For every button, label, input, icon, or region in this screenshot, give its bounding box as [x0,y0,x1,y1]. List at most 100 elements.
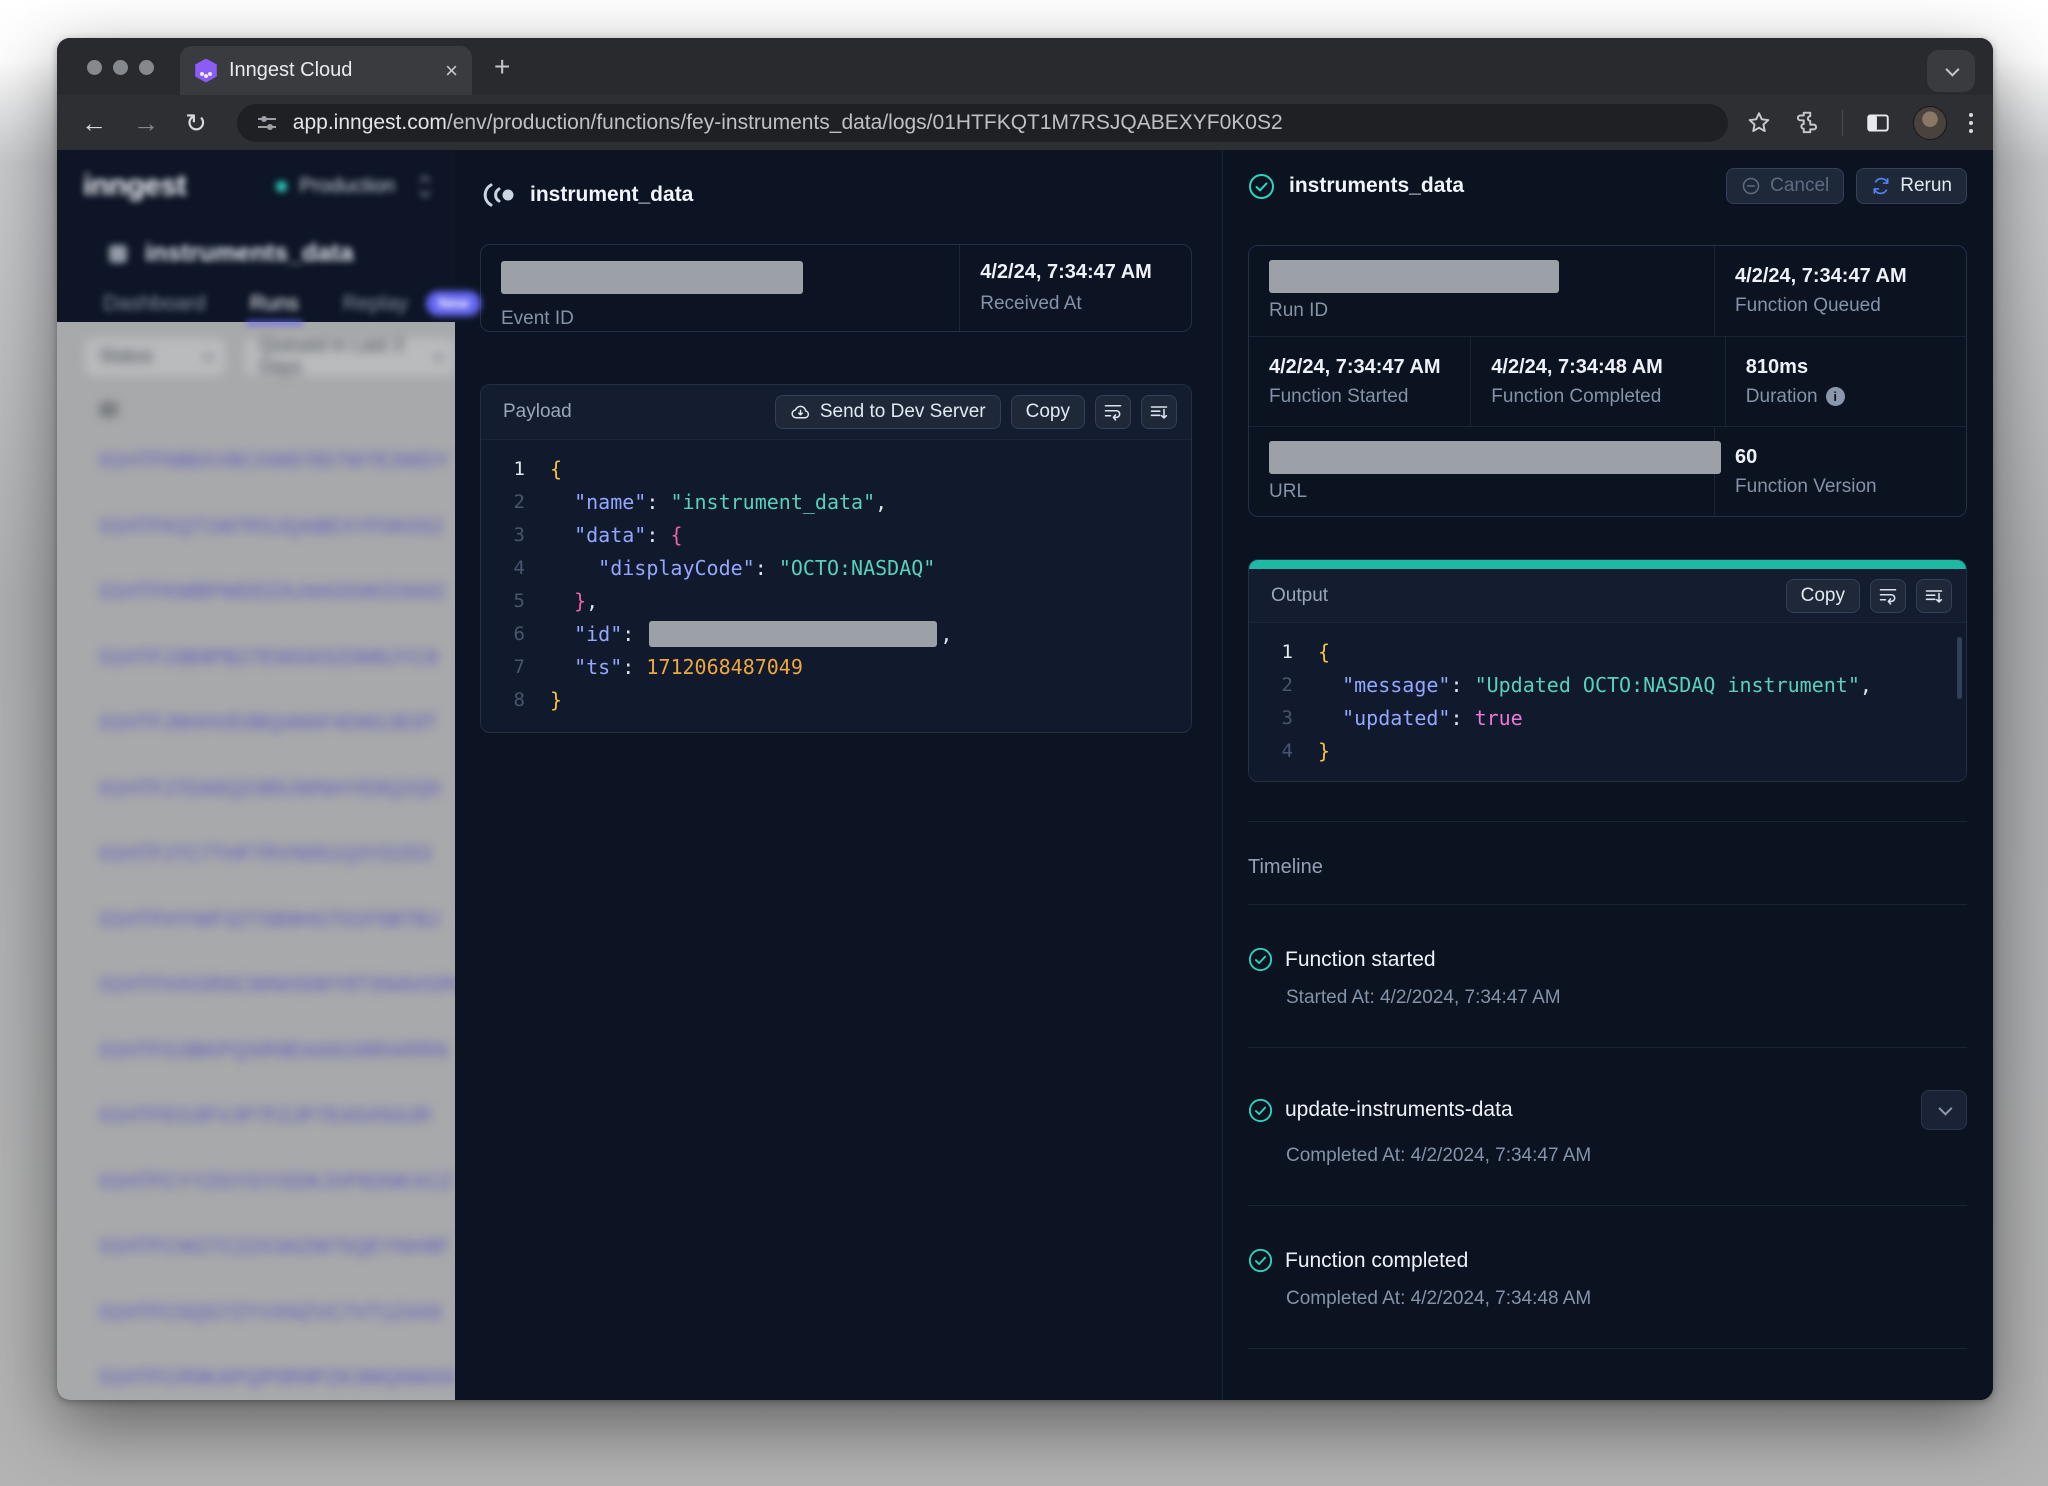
event-id-redaction [501,261,803,294]
run-panel: instruments_data Cancel [1222,150,1993,1400]
run-id-link[interactable]: 01HTFEG3FVJP7FZJP7EA5XN3JR [57,1084,455,1150]
line-number: 8 [481,689,525,711]
event-details-card: Event ID 4/2/24, 7:34:47 AM Received At [480,244,1192,332]
browser-menu-button[interactable] [1969,113,1973,133]
environment-selector[interactable]: Production [276,175,429,198]
word-wrap-button[interactable] [1095,395,1131,429]
reload-button[interactable]: ↻ [185,110,207,136]
new-tab-button[interactable]: + [494,53,510,81]
run-id-link[interactable]: 01HTFJ3B9PB27EWGK5Z0M6JYC8 [57,626,455,692]
url-redaction [1269,441,1721,474]
rerun-icon [1871,176,1891,196]
function-started-label: Function Started [1269,386,1470,408]
browser-window: Inngest Cloud × + ← → ↻ app.inngest.com/… [57,38,1993,1400]
function-completed-value: 4/2/24, 7:34:48 AM [1491,356,1725,379]
run-id-link[interactable]: 01HTFG3BKPQSR9EAA9108RARRN [57,1019,455,1085]
duration-label: Duration [1746,386,1818,408]
profile-avatar[interactable] [1913,106,1947,140]
run-id-link[interactable]: 01HTFHYWF32TSB9HGT01F5BTBJ [57,888,455,954]
check-circle-icon [1248,1098,1273,1123]
close-window-icon [87,60,102,75]
run-id-link[interactable]: 01HTFCWZ7CZ2X3AZM75QEYNH8F [57,1215,455,1281]
run-id-list: 01HTFN86XV8CXW87857W7E3WDY01HTFKQT1M7RSJ… [57,429,455,1400]
code-line: 5 }, [481,584,1191,617]
run-details-card: Run ID 4/2/24, 7:34:47 AM Function Queue… [1248,245,1967,517]
run-id-link[interactable]: 01HTFJ9HHVE0BQ48AF4DM13E9T [57,691,455,757]
code-token [1318,673,1342,697]
output-code[interactable]: 1{2 "message": "Updated OCTO:NASDAQ inst… [1249,623,1966,781]
forward-button[interactable]: → [133,110,159,136]
duration-value: 810ms [1746,356,1966,379]
chevron-down-icon [202,350,213,361]
payload-code[interactable]: 1{2 "name": "instrument_data",3 "data": … [481,440,1191,732]
code-token: , [875,490,887,514]
timeline-title: Timeline [1248,856,1967,879]
output-copy-button[interactable]: Copy [1786,579,1860,613]
run-id-link[interactable]: 01HTFKQT1M7RSJQABEXYF0K0S2 [57,495,455,561]
tab-search-button[interactable] [1927,50,1975,92]
code-line: 1{ [1249,635,1966,668]
run-id-link[interactable]: 01HTFCYYZGYGYGDKJVP82NKXCZ [57,1150,455,1216]
scrollbar[interactable] [1957,637,1962,699]
payload-copy-button[interactable]: Copy [1011,395,1085,429]
run-id-link[interactable]: 01HTFCR9KAPQP0R9PZK3MQNMX8 [57,1346,455,1400]
bookmark-star-icon[interactable] [1746,110,1772,136]
rerun-button[interactable]: Rerun [1856,168,1967,204]
code-token: { [550,457,562,481]
line-number: 4 [1249,740,1293,762]
code-token: : [1450,706,1474,730]
code-token [550,490,574,514]
received-at-value: 4/2/24, 7:34:47 AM [980,261,1152,283]
status-filter[interactable]: Status [85,338,225,376]
date-range-filter[interactable]: Queued in Last 3 Days [245,338,455,376]
run-id-link[interactable]: 01HTFC5QG7ZYVXNZVC7VT1Z4X6 [57,1281,455,1347]
window-controls[interactable] [87,60,154,75]
run-id-link[interactable]: 01HTFJ7DA6Q2385JWNHYE8Q2Q0 [57,757,455,823]
url-label: URL [1269,481,1714,503]
cancel-button[interactable]: Cancel [1726,168,1844,204]
function-completed-label: Function Completed [1491,386,1725,408]
code-token [550,589,574,613]
side-panel-icon[interactable] [1865,110,1891,136]
selector-chevrons-icon [421,177,429,196]
tab-replay[interactable]: Replay [343,292,408,316]
site-info-icon[interactable] [255,111,279,135]
browser-tab[interactable]: Inngest Cloud × [180,46,472,95]
code-token: "message" [1342,673,1450,697]
function-queued-value: 4/2/24, 7:34:47 AM [1735,265,1966,288]
code-token: "displayCode" [598,556,755,580]
tab-close-icon[interactable]: × [445,60,458,82]
run-id-link[interactable]: 01HTFKMBPMDDZAJ4AG04KD3A02 [57,560,455,626]
code-token: , [586,589,598,613]
output-title: Output [1271,585,1786,607]
back-button[interactable]: ← [81,110,107,136]
runs-list-region: Status Queued in Last 3 Days ID 01HTFN86… [57,322,455,1400]
info-icon[interactable]: i [1826,387,1845,406]
tab-dashboard[interactable]: Dashboard [103,292,206,316]
code-line: 3 "data": { [481,518,1191,551]
line-number: 6 [481,623,525,645]
line-number: 1 [1249,641,1293,663]
extensions-icon[interactable] [1794,110,1820,136]
code-token: : [646,490,670,514]
replay-new-badge: New [426,291,481,316]
code-token: true [1475,706,1523,730]
line-number: 2 [1249,674,1293,696]
event-title: instrument_data [530,183,693,207]
run-id-link[interactable]: 01HTFN86XV8CXW87857W7E3WDY [57,429,455,495]
run-id-link[interactable]: 01HTFHXGR0CWNHSWY8TSNAVGRC [57,953,455,1019]
run-id-link[interactable]: 01HTFJ7C7THF7RVN051Q3YD253 [57,822,455,888]
address-bar[interactable]: app.inngest.com/env/production/functions… [237,104,1728,142]
output-word-wrap-button[interactable] [1870,579,1906,613]
send-to-dev-server-button[interactable]: Send to Dev Server [775,395,1001,429]
code-line: 8} [481,683,1191,716]
scroll-to-bottom-button[interactable] [1141,395,1177,429]
code-token: , [940,622,952,646]
output-scroll-to-bottom-button[interactable] [1916,579,1952,613]
expand-step-button[interactable] [1921,1090,1967,1130]
tab-runs[interactable]: Runs [250,292,299,316]
inngest-logo: inngest [83,169,186,203]
minimize-window-icon [113,60,128,75]
timeline-item: Function completedCompleted At: 4/2/2024… [1248,1206,1967,1348]
timeline-divider [1248,1348,1967,1349]
